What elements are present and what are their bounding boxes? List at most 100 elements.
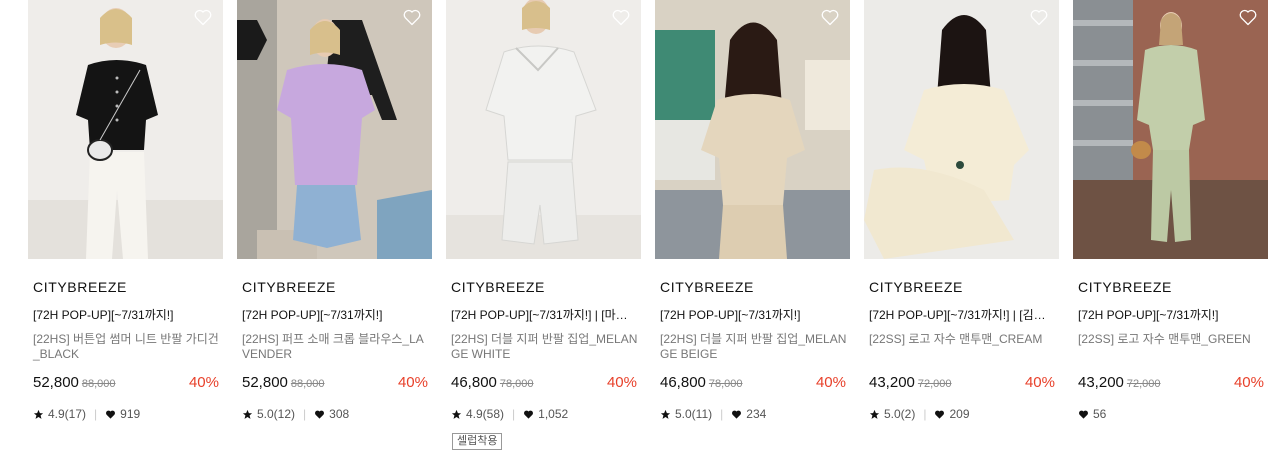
brand-name[interactable]: CITYBREEZE [660, 279, 754, 295]
product-grid: CITYBREEZE [72H POP-UP][~7/31까지!] [22HS]… [0, 0, 1277, 463]
brand-name[interactable]: CITYBREEZE [1078, 279, 1172, 295]
like-count: 1,052 [538, 407, 569, 421]
discount-rate: 40% [606, 374, 637, 391]
wishlist-heart-icon[interactable] [1029, 7, 1049, 27]
product-card[interactable]: CITYBREEZE [72H POP-UP][~7/31까지!] [22HS]… [237, 0, 432, 463]
brand-name[interactable]: CITYBREEZE [869, 279, 963, 295]
celeb-tag-badge[interactable]: 셀럽착용 [452, 433, 503, 450]
discount-rate: 40% [815, 374, 846, 391]
brand-name[interactable]: CITYBREEZE [33, 279, 127, 295]
product-name[interactable]: [22HS] 퍼프 소매 크롭 블라우스_LAVENDER [242, 332, 430, 362]
star-icon [869, 409, 880, 419]
star-icon [242, 409, 253, 419]
price-row: 52,800 88,000 40% [33, 374, 219, 394]
wishlist-heart-icon[interactable] [611, 7, 631, 27]
product-stats: 5.0(11) | 234 [660, 407, 766, 421]
original-price: 78,000 [708, 378, 743, 390]
brand-name[interactable]: CITYBREEZE [451, 279, 545, 295]
promo-label[interactable]: [72H POP-UP][~7/31까지!] [33, 306, 221, 323]
product-image[interactable] [1073, 0, 1268, 259]
product-card[interactable]: CITYBREEZE [72H POP-UP][~7/31까지!] [22HS]… [28, 0, 223, 463]
promo-label[interactable]: [72H POP-UP][~7/31까지!] | [김… [869, 306, 1057, 323]
product-card[interactable]: CITYBREEZE [72H POP-UP][~7/31까지!] | [마… … [446, 0, 641, 463]
discount-rate: 40% [397, 374, 428, 391]
wishlist-heart-icon[interactable] [193, 7, 213, 27]
product-image[interactable] [655, 0, 850, 259]
product-name[interactable]: [22HS] 더블 지퍼 반팔 집업_MELANGE BEIGE [660, 332, 848, 362]
discount-rate: 40% [1024, 374, 1055, 391]
promo-label[interactable]: [72H POP-UP][~7/31까지!] [660, 306, 848, 323]
wishlist-heart-icon[interactable] [820, 7, 840, 27]
like-count: 308 [329, 407, 350, 421]
sale-price: 43,200 [869, 374, 915, 391]
product-photo [237, 0, 432, 259]
product-card[interactable]: CITYBREEZE [72H POP-UP][~7/31까지!] | [김… … [864, 0, 1059, 463]
star-icon [660, 409, 671, 419]
product-stats: 4.9(17) | 919 [33, 407, 140, 421]
product-card[interactable]: CITYBREEZE [72H POP-UP][~7/31까지!] [22SS]… [1073, 0, 1268, 463]
rating-value: 5.0(12) [257, 407, 296, 421]
product-stats: 5.0(2) | 209 [869, 407, 970, 421]
like-count: 234 [746, 407, 767, 421]
rating-value: 4.9(58) [466, 407, 505, 421]
product-name[interactable]: [22SS] 로고 자수 맨투맨_GREEN [1078, 332, 1266, 347]
product-photo [446, 0, 641, 259]
product-name[interactable]: [22HS] 버튼업 썸머 니트 반팔 가디건_BLACK [33, 332, 221, 362]
original-price: 88,000 [81, 378, 116, 390]
heart-icon [935, 410, 945, 419]
rating-value: 5.0(11) [675, 407, 713, 421]
brand-name[interactable]: CITYBREEZE [242, 279, 336, 295]
sale-price: 46,800 [660, 374, 706, 391]
sale-price: 52,800 [33, 374, 79, 391]
price-row: 46,800 78,000 40% [660, 374, 846, 394]
price-row: 46,800 78,000 40% [451, 374, 637, 394]
promo-label[interactable]: [72H POP-UP][~7/31까지!] [1078, 306, 1266, 323]
product-stats: 5.0(12) | 308 [242, 407, 349, 421]
sale-price: 52,800 [242, 374, 288, 391]
product-name[interactable]: [22SS] 로고 자수 맨투맨_CREAM [869, 332, 1057, 347]
product-photo [864, 0, 1059, 259]
sale-price: 43,200 [1078, 374, 1124, 391]
product-photo [1073, 0, 1268, 259]
product-stats: 56 [1078, 407, 1106, 421]
heart-icon [315, 410, 325, 419]
heart-icon [106, 410, 116, 419]
heart-icon [1079, 410, 1088, 419]
star-icon [451, 409, 462, 419]
like-count: 56 [1093, 407, 1107, 421]
divider: | [720, 407, 724, 421]
product-image[interactable] [237, 0, 432, 259]
rating-value: 5.0(2) [884, 407, 916, 421]
like-count: 209 [949, 407, 970, 421]
sale-price: 46,800 [451, 374, 497, 391]
wishlist-heart-icon[interactable] [402, 7, 422, 27]
original-price: 88,000 [290, 378, 325, 390]
discount-rate: 40% [188, 374, 219, 391]
wishlist-heart-icon[interactable] [1238, 7, 1258, 27]
product-image[interactable] [28, 0, 223, 259]
divider: | [923, 407, 927, 421]
discount-rate: 40% [1233, 374, 1264, 391]
product-stats: 4.9(58) | 1,052 [451, 407, 568, 421]
promo-label[interactable]: [72H POP-UP][~7/31까지!] [242, 306, 430, 323]
star-icon [33, 409, 44, 419]
product-card[interactable]: CITYBREEZE [72H POP-UP][~7/31까지!] [22HS]… [655, 0, 850, 463]
promo-label[interactable]: [72H POP-UP][~7/31까지!] | [마… [451, 306, 639, 323]
product-image[interactable] [446, 0, 641, 259]
divider: | [512, 407, 516, 421]
original-price: 72,000 [917, 378, 952, 390]
price-row: 43,200 72,000 40% [1078, 374, 1264, 394]
product-photo [28, 0, 223, 259]
price-row: 43,200 72,000 40% [869, 374, 1055, 394]
price-row: 52,800 88,000 40% [242, 374, 428, 394]
rating-value: 4.9(17) [48, 407, 87, 421]
heart-icon [732, 410, 742, 419]
divider: | [94, 407, 98, 421]
heart-icon [524, 410, 534, 419]
original-price: 78,000 [499, 378, 534, 390]
product-name[interactable]: [22HS] 더블 지퍼 반팔 집업_MELANGE WHITE [451, 332, 639, 362]
original-price: 72,000 [1126, 378, 1161, 390]
product-photo [655, 0, 850, 259]
product-image[interactable] [864, 0, 1059, 259]
divider: | [303, 407, 307, 421]
